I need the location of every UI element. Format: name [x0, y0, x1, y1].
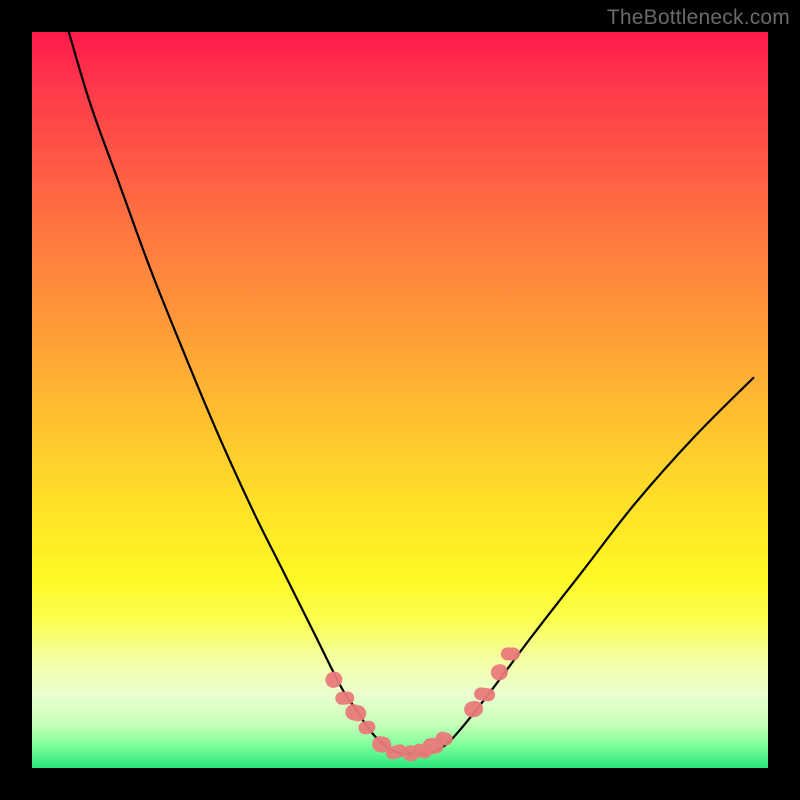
chart-svg	[32, 32, 768, 768]
bottleneck-curve	[69, 32, 754, 754]
plot-area	[32, 32, 768, 768]
curve-markers	[323, 647, 520, 761]
chart-frame: TheBottleneck.com	[0, 0, 800, 800]
watermark-text: TheBottleneck.com	[607, 6, 790, 30]
